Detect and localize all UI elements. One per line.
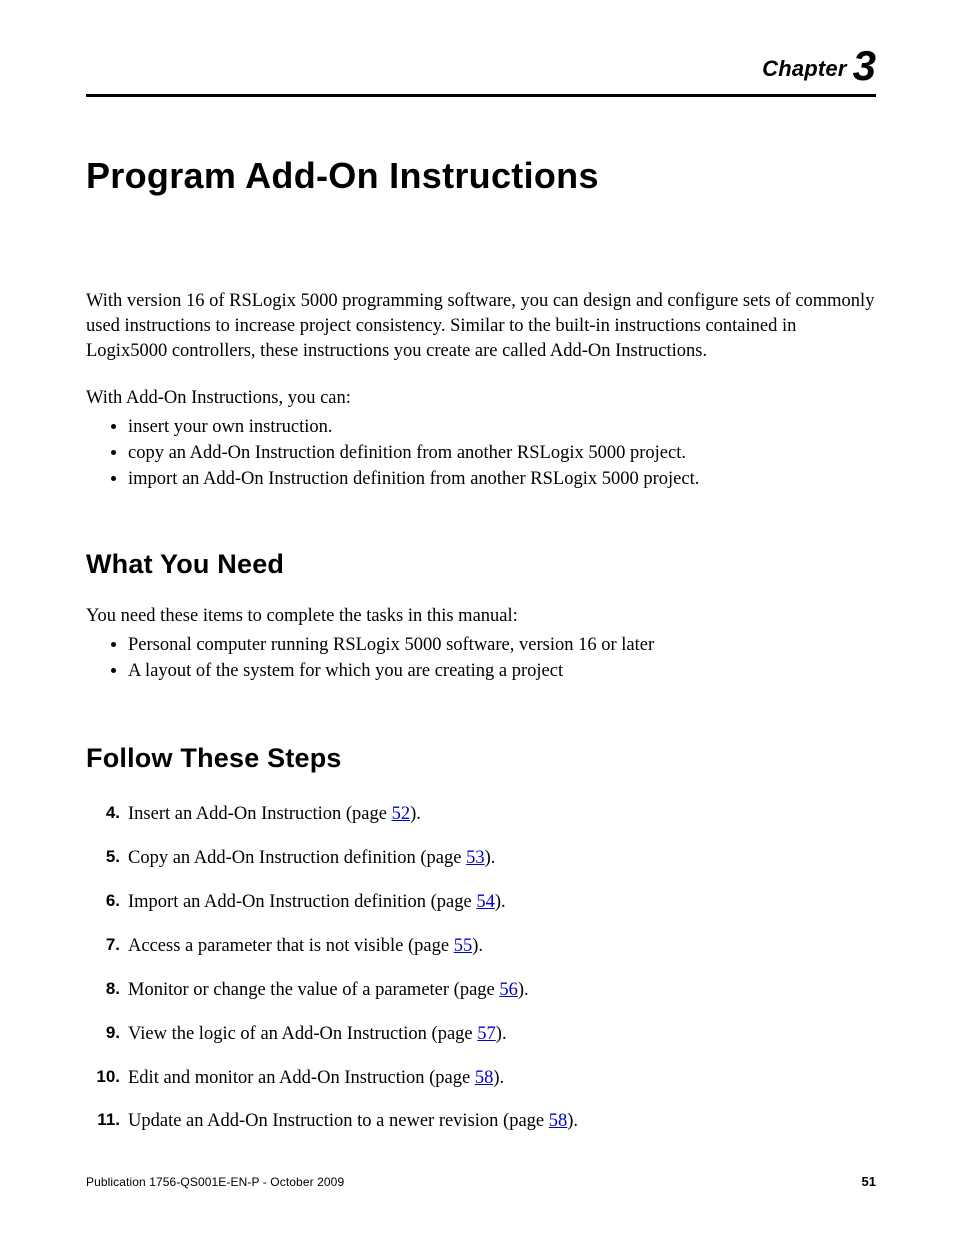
page-link[interactable]: 58	[475, 1068, 494, 1088]
chapter-label-line: Chapter3	[86, 42, 876, 90]
step-text-pre: Import an Add-On Instruction definition …	[128, 892, 476, 912]
page-link[interactable]: 57	[477, 1024, 496, 1044]
page-link[interactable]: 53	[466, 848, 485, 868]
intro-paragraph-2: With Add-On Instructions, you can:	[86, 386, 876, 411]
header-rule	[86, 94, 876, 97]
step-text-post: ).	[493, 1068, 504, 1088]
step-item: 11. Update an Add-On Instruction to a ne…	[86, 1109, 876, 1134]
page-title: Program Add-On Instructions	[86, 155, 876, 197]
need-bullet-item: Personal computer running RSLogix 5000 s…	[128, 633, 876, 659]
step-text-pre: Update an Add-On Instruction to a newer …	[128, 1111, 549, 1131]
step-item: 5. Copy an Add-On Instruction definition…	[86, 846, 876, 871]
step-item: 4. Insert an Add-On Instruction (page 52…	[86, 802, 876, 827]
step-number: 10.	[86, 1066, 120, 1089]
step-item: 10. Edit and monitor an Add-On Instructi…	[86, 1066, 876, 1091]
steps-list: 4. Insert an Add-On Instruction (page 52…	[86, 802, 876, 1135]
follow-steps-heading: Follow These Steps	[86, 743, 876, 774]
step-text-pre: Edit and monitor an Add-On Instruction (…	[128, 1068, 475, 1088]
intro-bullet-item: insert your own instruction.	[128, 415, 876, 441]
chapter-number: 3	[853, 42, 876, 89]
publication-info: Publication 1756-QS001E-EN-P - October 2…	[86, 1175, 344, 1189]
page-link[interactable]: 55	[454, 936, 473, 956]
page-link[interactable]: 52	[392, 804, 411, 824]
step-text-pre: View the logic of an Add-On Instruction …	[128, 1024, 477, 1044]
intro-bullet-item: copy an Add-On Instruction definition fr…	[128, 441, 876, 467]
step-text-post: ).	[495, 892, 506, 912]
step-text-post: ).	[485, 848, 496, 868]
step-number: 9.	[86, 1022, 120, 1045]
step-item: 6. Import an Add-On Instruction definiti…	[86, 890, 876, 915]
step-number: 7.	[86, 934, 120, 957]
chapter-word: Chapter	[762, 56, 847, 81]
step-text-pre: Access a parameter that is not visible (…	[128, 936, 454, 956]
need-intro: You need these items to complete the tas…	[86, 604, 876, 629]
what-you-need-heading: What You Need	[86, 549, 876, 580]
page: Chapter3 Program Add-On Instructions Wit…	[0, 0, 954, 1235]
step-text-post: ).	[472, 936, 483, 956]
step-text-pre: Copy an Add-On Instruction definition (p…	[128, 848, 466, 868]
step-text-post: ).	[496, 1024, 507, 1044]
step-text-pre: Insert an Add-On Instruction (page	[128, 804, 392, 824]
page-link[interactable]: 54	[476, 892, 495, 912]
step-number: 5.	[86, 846, 120, 869]
step-number: 6.	[86, 890, 120, 913]
page-link[interactable]: 58	[549, 1111, 568, 1131]
step-number: 8.	[86, 978, 120, 1001]
need-bullet-item: A layout of the system for which you are…	[128, 659, 876, 685]
intro-bullet-item: import an Add-On Instruction definition …	[128, 467, 876, 493]
step-text-post: ).	[567, 1111, 578, 1131]
step-item: 9. View the logic of an Add-On Instructi…	[86, 1022, 876, 1047]
step-text-pre: Monitor or change the value of a paramet…	[128, 980, 499, 1000]
page-footer: Publication 1756-QS001E-EN-P - October 2…	[86, 1174, 876, 1189]
intro-bullet-list: insert your own instruction. copy an Add…	[128, 415, 876, 493]
step-number: 11.	[86, 1109, 120, 1132]
need-bullet-list: Personal computer running RSLogix 5000 s…	[128, 633, 876, 685]
step-item: 8. Monitor or change the value of a para…	[86, 978, 876, 1003]
page-number: 51	[862, 1174, 876, 1189]
step-text-post: ).	[518, 980, 529, 1000]
step-number: 4.	[86, 802, 120, 825]
step-item: 7. Access a parameter that is not visibl…	[86, 934, 876, 959]
intro-paragraph-1: With version 16 of RSLogix 5000 programm…	[86, 289, 876, 364]
step-text-post: ).	[410, 804, 421, 824]
page-link[interactable]: 56	[499, 980, 518, 1000]
